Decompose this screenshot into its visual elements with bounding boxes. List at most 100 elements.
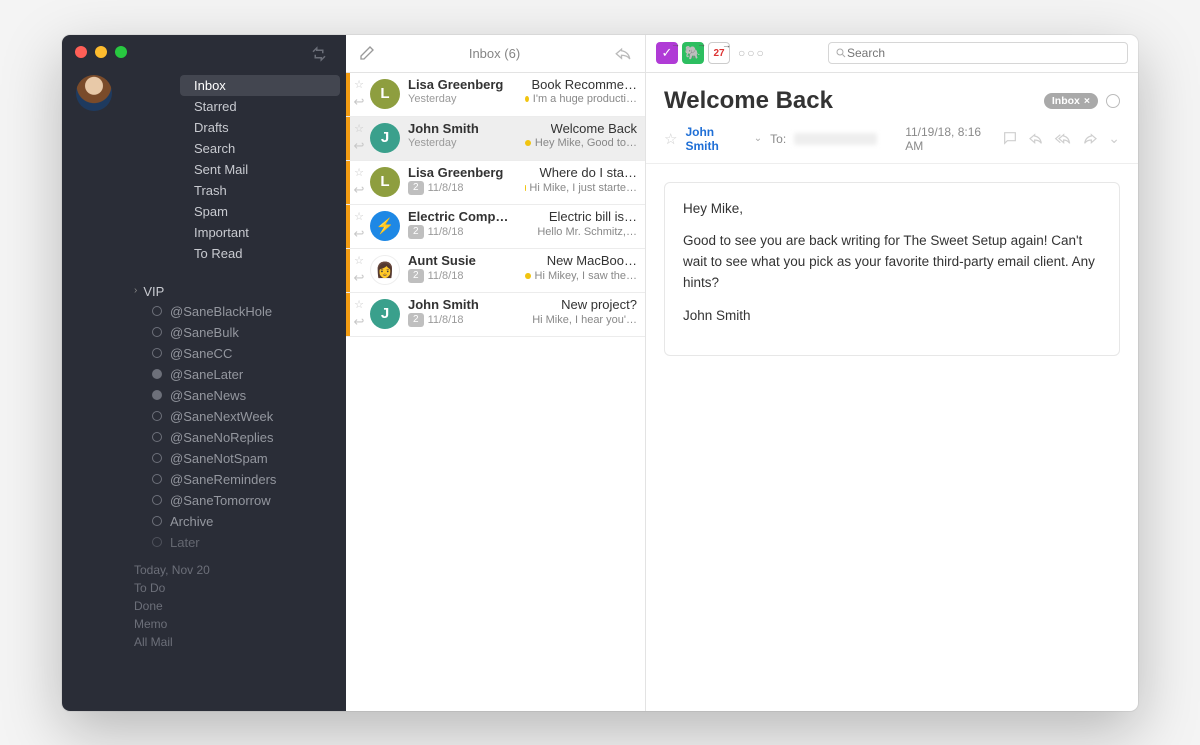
message-date: 211/8/18 (408, 181, 463, 195)
message-row[interactable]: ☆↩JJohn SmithWelcome BackYesterdayHey Mi… (346, 117, 645, 161)
search-field[interactable] (828, 42, 1128, 64)
folder-status-icon (152, 432, 162, 442)
vip-folder[interactable]: › VIP (120, 282, 346, 301)
sidebar-item-to-read[interactable]: To Read (180, 243, 340, 264)
body-greeting: Hey Mike, (683, 199, 1101, 220)
subfolder-archive[interactable]: Archive (142, 511, 346, 532)
calendar-icon[interactable]: 27→ (708, 42, 730, 64)
sidebar-meta-item[interactable]: To Do (134, 579, 336, 597)
star-toggle[interactable]: ☆ (664, 130, 677, 148)
subfolder-saneblackhole[interactable]: @SaneBlackHole (142, 301, 346, 322)
message-row[interactable]: ☆↩👩Aunt SusieNew MacBoo…211/8/18Hi Mikey… (346, 249, 645, 293)
star-icon[interactable]: ☆ (354, 254, 364, 267)
subfolder-sanecc[interactable]: @SaneCC (142, 343, 346, 364)
list-header: Inbox (6) (346, 35, 645, 73)
message-chevron-icon[interactable]: ⌄ (1108, 130, 1120, 147)
minimize-window-button[interactable] (95, 46, 107, 58)
reply-arrow-icon: ↩ (354, 314, 365, 330)
subfolder-sanenextweek[interactable]: @SaneNextWeek (142, 406, 346, 427)
sync-icon[interactable] (310, 45, 328, 63)
message-preview: Hi Mikey, I saw the… (525, 270, 637, 282)
message-subject: Where do I sta… (539, 165, 637, 180)
subfolder-sanereminders[interactable]: @SaneReminders (142, 469, 346, 490)
more-actions-button[interactable]: ○○○ (738, 46, 766, 60)
star-icon[interactable]: ☆ (354, 210, 364, 223)
omnifocus-icon[interactable]: ✓→ (656, 42, 678, 64)
subfolder-sanetomorrow[interactable]: @SaneTomorrow (142, 490, 346, 511)
account-avatar[interactable] (76, 75, 112, 111)
reply-arrow-icon: ↩ (354, 270, 365, 286)
star-icon[interactable]: ☆ (354, 78, 364, 91)
message-gutter: ☆↩ (350, 161, 368, 204)
subfolder-label: @SaneLater (170, 367, 243, 382)
sidebar-item-spam[interactable]: Spam (180, 201, 340, 222)
message-preview: Hey Mike, Good to… (525, 137, 637, 149)
message-timestamp: 11/19/18, 8:16 AM (905, 125, 994, 153)
subfolder-sanebulk[interactable]: @SaneBulk (142, 322, 346, 343)
chat-icon[interactable] (1002, 130, 1018, 147)
forward-icon[interactable] (1082, 130, 1098, 147)
sidebar-meta-item[interactable]: Done (134, 597, 336, 615)
sidebar-item-trash[interactable]: Trash (180, 180, 340, 201)
folder-status-icon (152, 537, 162, 547)
message-row[interactable]: ☆↩LLisa GreenbergWhere do I sta…211/8/18… (346, 161, 645, 205)
folder-tag[interactable]: Inbox × (1044, 93, 1098, 109)
reply-arrow-icon: ↩ (354, 182, 365, 198)
evernote-icon[interactable]: 🐘→ (682, 42, 704, 64)
message-subject: Welcome Back (551, 121, 637, 136)
compose-button[interactable] (358, 44, 376, 62)
message-gutter: ☆↩ (350, 249, 368, 292)
message-subject: Electric bill is… (549, 209, 637, 224)
folder-status-icon (152, 516, 162, 526)
message-date: 211/8/18 (408, 313, 463, 327)
subfolder-later[interactable]: Later (142, 532, 346, 553)
body-signature: John Smith (683, 306, 1101, 327)
sidebar-item-sent-mail[interactable]: Sent Mail (180, 159, 340, 180)
send-arrow-icon: → (722, 40, 731, 50)
subfolder-label: @SaneBulk (170, 325, 239, 340)
vip-label: VIP (143, 284, 164, 299)
message-subject: New MacBoo… (547, 253, 637, 268)
message-row[interactable]: ☆↩⚡Electric Comp…Electric bill is…211/8/… (346, 205, 645, 249)
remove-tag-icon[interactable]: × (1084, 95, 1090, 107)
sidebar-item-search[interactable]: Search (180, 138, 340, 159)
status-dot-icon (525, 96, 529, 102)
window-controls (62, 35, 346, 69)
subfolder-sanenotspam[interactable]: @SaneNotSpam (142, 448, 346, 469)
message-row[interactable]: ☆↩JJohn SmithNew project?211/8/18Hi Mike… (346, 293, 645, 337)
folder-status-icon (152, 306, 162, 316)
sidebar-meta-item[interactable]: All Mail (134, 633, 336, 651)
sidebar-item-starred[interactable]: Starred (180, 96, 340, 117)
flag-toggle[interactable] (1106, 94, 1120, 108)
reply-single-icon[interactable] (1028, 130, 1044, 147)
subfolder-sanenews[interactable]: @SaneNews (142, 385, 346, 406)
reading-toolbar: ✓→🐘→27→ ○○○ (646, 35, 1138, 73)
chevron-right-icon: › (134, 285, 137, 296)
subfolder-sanelater[interactable]: @SaneLater (142, 364, 346, 385)
message-row[interactable]: ☆↩LLisa GreenbergBook Recomme…YesterdayI… (346, 73, 645, 117)
star-icon[interactable]: ☆ (354, 122, 364, 135)
sidebar-bottom-meta: Today, Nov 20To DoDoneMemoAll Mail (62, 553, 346, 665)
sidebar-item-drafts[interactable]: Drafts (180, 117, 340, 138)
sender-avatar: 👩 (370, 255, 400, 285)
fullscreen-window-button[interactable] (115, 46, 127, 58)
search-input[interactable] (847, 46, 1121, 60)
subfolder-sanenoreplies[interactable]: @SaneNoReplies (142, 427, 346, 448)
star-icon[interactable]: ☆ (354, 166, 364, 179)
reply-all-icon[interactable] (1054, 130, 1072, 147)
folder-status-icon (152, 495, 162, 505)
message-gutter: ☆↩ (350, 293, 368, 336)
reply-icon[interactable] (613, 44, 633, 62)
star-icon[interactable]: ☆ (354, 298, 364, 311)
folder-status-icon (152, 453, 162, 463)
thread-count: 2 (408, 225, 424, 239)
sidebar-item-inbox[interactable]: Inbox (180, 75, 340, 96)
sidebar-meta-item[interactable]: Memo (134, 615, 336, 633)
close-window-button[interactable] (75, 46, 87, 58)
from-name[interactable]: John Smith (685, 125, 745, 153)
subfolder-label: @SaneCC (170, 346, 232, 361)
sidebar-item-important[interactable]: Important (180, 222, 340, 243)
from-chevron-icon[interactable]: ⌄ (754, 133, 762, 144)
message-list[interactable]: ☆↩LLisa GreenbergBook Recomme…YesterdayI… (346, 73, 645, 711)
sidebar-meta-item[interactable]: Today, Nov 20 (134, 561, 336, 579)
